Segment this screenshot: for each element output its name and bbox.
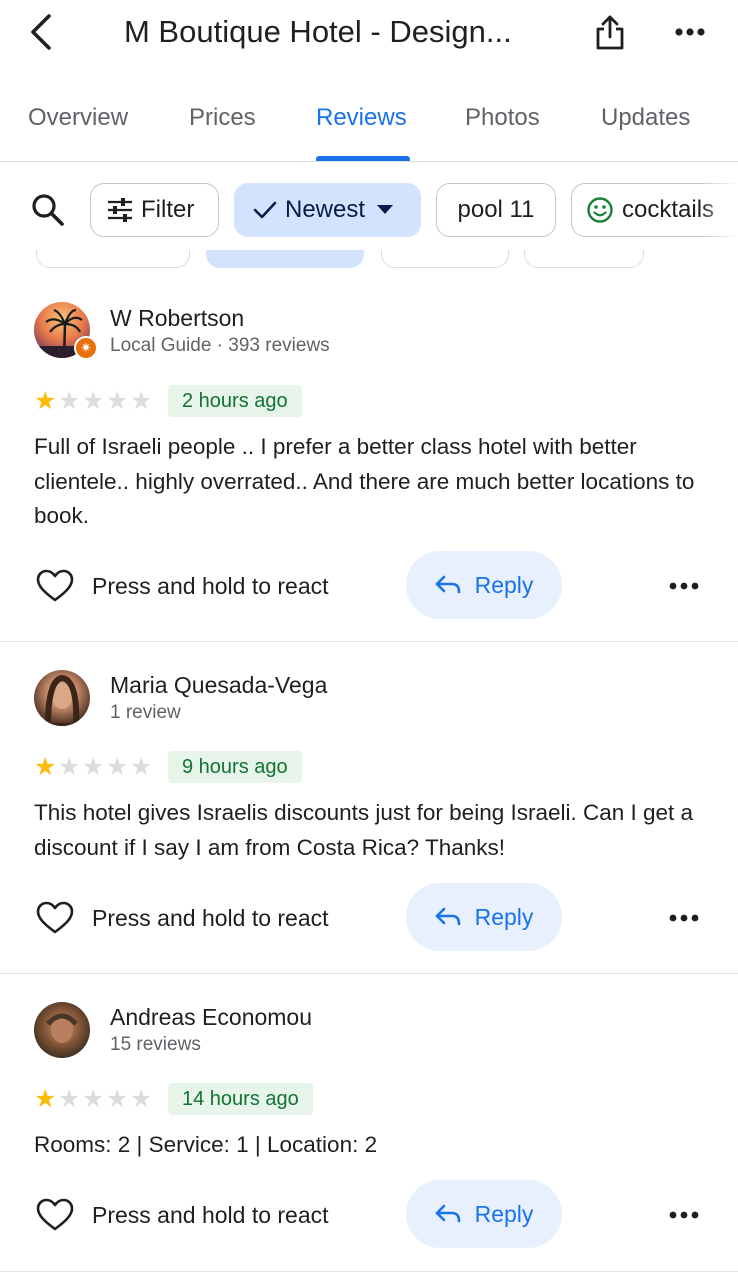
reply-arrow-icon bbox=[435, 1204, 461, 1224]
star-empty-icon: ★ bbox=[130, 753, 153, 781]
sort-chip-label: Newest bbox=[285, 196, 366, 223]
react-label: Press and hold to react bbox=[92, 572, 329, 599]
more-horizontal-icon bbox=[669, 914, 699, 922]
reply-button[interactable]: Reply bbox=[406, 551, 562, 619]
local-guide-badge-icon: ✷ bbox=[74, 336, 98, 360]
tab-reviews[interactable]: Reviews bbox=[316, 104, 407, 132]
collapsed-chip bbox=[206, 250, 364, 268]
review-text: Full of Israeli people .. I prefer a bet… bbox=[34, 434, 695, 528]
review-time-badge: 14 hours ago bbox=[168, 1083, 313, 1115]
tab-prices[interactable]: Prices bbox=[189, 104, 256, 132]
search-reviews-button[interactable] bbox=[28, 190, 68, 230]
star-empty-icon: ★ bbox=[130, 1085, 153, 1113]
react-label: Press and hold to react bbox=[92, 904, 329, 931]
tab-bar: Overview Prices Reviews Photos Updates bbox=[0, 86, 738, 162]
reply-arrow-icon bbox=[435, 575, 461, 595]
share-button[interactable] bbox=[590, 10, 630, 54]
review-card: Andreas Economou 15 reviews ★ ★ ★ ★ ★ 14… bbox=[0, 974, 738, 1272]
reply-label: Reply bbox=[474, 903, 534, 930]
collapsed-chip-row bbox=[0, 250, 738, 270]
react-label: Press and hold to react bbox=[92, 1201, 329, 1228]
star-rating: ★ ★ ★ ★ ★ bbox=[34, 387, 154, 415]
reply-label: Reply bbox=[474, 1200, 534, 1227]
topic-chip-pool-label: pool 11 bbox=[457, 196, 535, 223]
react-button[interactable]: Press and hold to react bbox=[36, 566, 329, 606]
review-text: This hotel gives Israelis discounts just… bbox=[34, 800, 694, 860]
page-title: M Boutique Hotel - Design... bbox=[124, 14, 512, 49]
check-icon bbox=[253, 200, 277, 220]
heart-icon bbox=[36, 1198, 74, 1231]
more-horizontal-icon bbox=[669, 1211, 699, 1219]
smiley-face-icon bbox=[586, 196, 614, 224]
review-card: ✷ W Robertson Local Guide · 393 reviews … bbox=[0, 272, 738, 642]
star-empty-icon: ★ bbox=[130, 387, 153, 415]
reviewer-details: 15 reviews bbox=[110, 1034, 201, 1055]
search-icon bbox=[32, 194, 64, 226]
reviewer-name[interactable]: Maria Quesada-Vega bbox=[110, 672, 327, 699]
reviewer-details: 1 review bbox=[110, 702, 181, 723]
star-empty-icon: ★ bbox=[106, 387, 129, 415]
star-filled-icon: ★ bbox=[34, 1085, 57, 1113]
star-empty-icon: ★ bbox=[82, 387, 105, 415]
top-app-bar: M Boutique Hotel - Design... bbox=[0, 0, 738, 66]
star-empty-icon: ★ bbox=[106, 1085, 129, 1113]
review-more-button[interactable] bbox=[664, 903, 704, 933]
avatar[interactable] bbox=[34, 1002, 90, 1058]
star-rating: ★ ★ ★ ★ ★ bbox=[34, 1085, 154, 1113]
share-icon bbox=[596, 15, 624, 50]
star-filled-icon: ★ bbox=[34, 753, 57, 781]
sort-newest-chip[interactable]: Newest bbox=[234, 183, 421, 237]
react-button[interactable]: Press and hold to react bbox=[36, 1195, 329, 1235]
review-card: Maria Quesada-Vega 1 review ★ ★ ★ ★ ★ 9 … bbox=[0, 642, 738, 974]
star-empty-icon: ★ bbox=[58, 387, 81, 415]
heart-icon bbox=[36, 901, 74, 934]
review-time-badge: 9 hours ago bbox=[168, 751, 302, 783]
avatar[interactable] bbox=[34, 670, 90, 726]
more-horizontal-icon bbox=[675, 28, 705, 36]
review-more-button[interactable] bbox=[664, 1200, 704, 1230]
back-button[interactable] bbox=[22, 12, 58, 52]
reviewer-name[interactable]: Andreas Economou bbox=[110, 1004, 312, 1031]
collapsed-chip bbox=[36, 250, 190, 268]
tab-photos[interactable]: Photos bbox=[465, 104, 540, 132]
star-empty-icon: ★ bbox=[82, 753, 105, 781]
filter-chip-row: Filter Newest pool 11 cocktails bbox=[0, 172, 738, 248]
review-text: Rooms: 2 | Service: 1 | Location: 2 bbox=[34, 1132, 378, 1157]
heart-icon bbox=[36, 569, 74, 602]
reply-button[interactable]: Reply bbox=[406, 1180, 562, 1248]
star-rating: ★ ★ ★ ★ ★ bbox=[34, 753, 154, 781]
star-empty-icon: ★ bbox=[58, 753, 81, 781]
review-time-badge: 2 hours ago bbox=[168, 385, 302, 417]
star-empty-icon: ★ bbox=[106, 753, 129, 781]
tab-overview[interactable]: Overview bbox=[28, 104, 128, 132]
topic-chip-pool[interactable]: pool 11 bbox=[436, 183, 556, 237]
collapsed-chip bbox=[381, 250, 509, 268]
active-tab-indicator bbox=[316, 156, 410, 161]
back-arrow-icon bbox=[31, 14, 51, 50]
reply-arrow-icon bbox=[435, 907, 461, 927]
star-filled-icon: ★ bbox=[34, 387, 57, 415]
reviewer-name[interactable]: W Robertson bbox=[110, 305, 244, 332]
filter-chip[interactable]: Filter bbox=[90, 183, 219, 237]
tune-icon bbox=[107, 198, 133, 222]
more-horizontal-icon bbox=[669, 582, 699, 590]
reviewer-details: Local Guide · 393 reviews bbox=[110, 335, 330, 356]
more-options-button[interactable] bbox=[670, 14, 710, 50]
star-empty-icon: ★ bbox=[58, 1085, 81, 1113]
chip-row-fade bbox=[700, 182, 738, 238]
react-button[interactable]: Press and hold to react bbox=[36, 898, 329, 938]
filter-chip-label: Filter bbox=[141, 196, 195, 223]
reply-button[interactable]: Reply bbox=[406, 883, 562, 951]
tab-updates[interactable]: Updates bbox=[601, 104, 690, 132]
review-more-button[interactable] bbox=[664, 571, 704, 601]
star-empty-icon: ★ bbox=[82, 1085, 105, 1113]
collapsed-chip bbox=[524, 250, 644, 268]
reply-label: Reply bbox=[474, 571, 534, 598]
dropdown-arrow-icon bbox=[377, 205, 394, 215]
